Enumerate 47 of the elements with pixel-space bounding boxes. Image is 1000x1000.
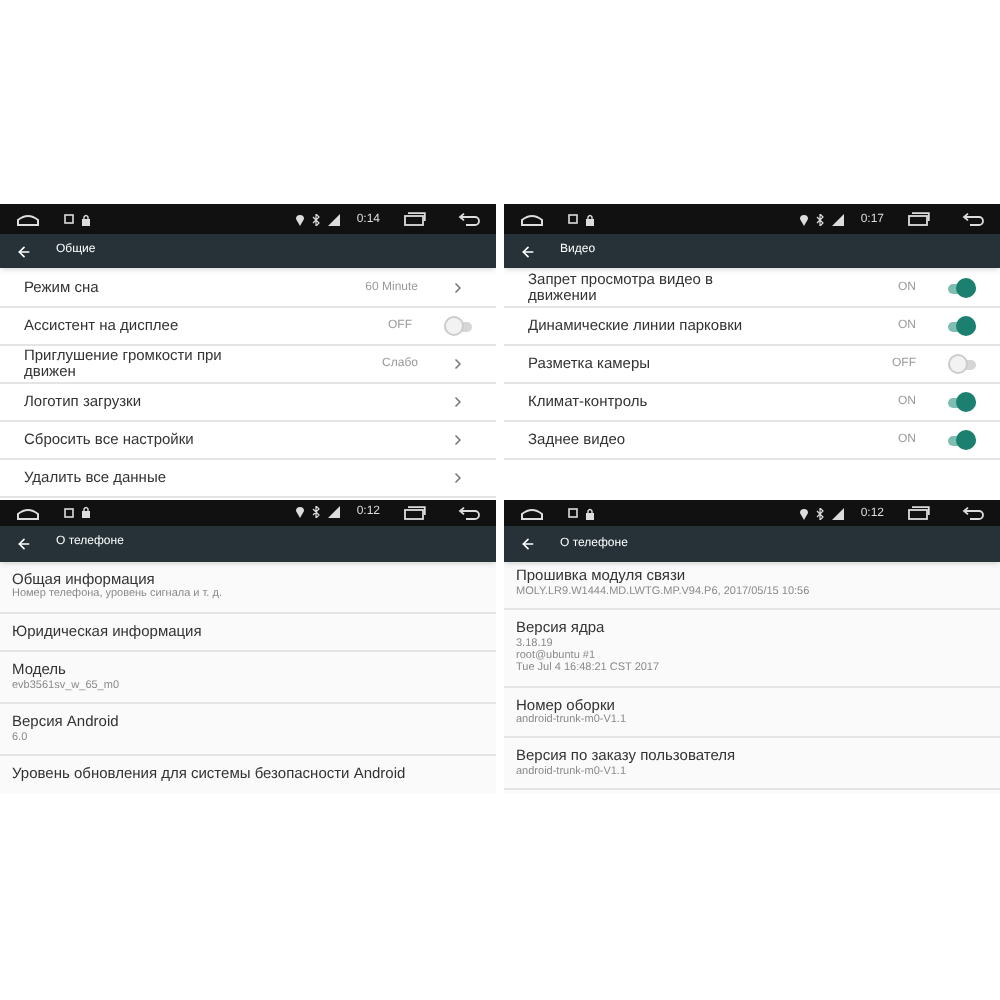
lock-icon: [586, 507, 594, 519]
back-arrow-icon[interactable]: [16, 243, 32, 259]
back-arrow-icon[interactable]: [520, 536, 536, 552]
signal-icon: [832, 507, 845, 519]
location-icon: [296, 213, 305, 225]
location-icon: [800, 213, 809, 225]
toggle-switch[interactable]: [948, 430, 976, 450]
lock-icon: [82, 506, 90, 519]
recent-apps-icon[interactable]: [908, 212, 930, 226]
back-icon[interactable]: [962, 506, 984, 520]
back-icon[interactable]: [458, 505, 480, 520]
bluetooth-icon: [816, 213, 825, 225]
chevron-icon: [450, 432, 466, 448]
chevron-icon: [450, 394, 466, 410]
chevron-icon: [450, 280, 466, 296]
location-icon: [296, 506, 305, 519]
back-icon[interactable]: [458, 212, 480, 226]
toggle-switch[interactable]: [948, 316, 976, 336]
chevron-icon: [450, 470, 466, 486]
bluetooth-icon: [816, 507, 825, 519]
notification-icon: [568, 214, 578, 224]
notification-icon: [568, 508, 578, 518]
signal-icon: [328, 506, 341, 519]
recent-apps-icon[interactable]: [908, 506, 930, 520]
recent-apps-icon[interactable]: [404, 212, 426, 226]
location-icon: [800, 507, 809, 519]
lock-icon: [82, 213, 90, 225]
bluetooth-icon: [312, 506, 321, 519]
recent-apps-icon[interactable]: [404, 505, 426, 520]
back-icon[interactable]: [962, 212, 984, 226]
back-arrow-icon[interactable]: [520, 243, 536, 259]
home-icon[interactable]: [16, 212, 40, 226]
toggle-switch[interactable]: [948, 392, 976, 412]
toggle-switch[interactable]: [948, 278, 976, 298]
lock-icon: [586, 213, 594, 225]
chevron-icon: [450, 356, 466, 372]
home-icon[interactable]: [520, 212, 544, 226]
home-icon[interactable]: [520, 506, 544, 520]
toggle-switch[interactable]: [948, 354, 976, 374]
back-arrow-icon[interactable]: [16, 535, 32, 552]
signal-icon: [832, 213, 845, 225]
bluetooth-icon: [312, 213, 321, 225]
notification-icon: [64, 507, 74, 518]
home-icon[interactable]: [16, 505, 40, 520]
signal-icon: [328, 213, 341, 225]
notification-icon: [64, 214, 74, 224]
toggle-switch[interactable]: [444, 316, 472, 336]
